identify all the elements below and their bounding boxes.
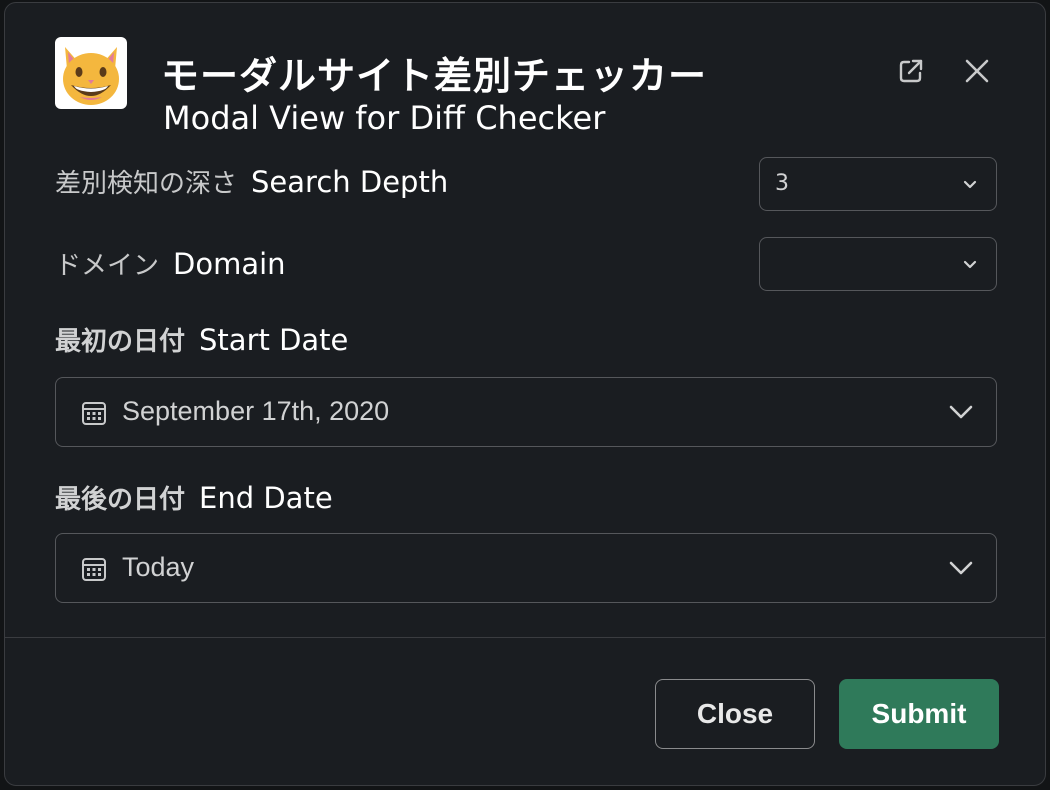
external-link-button[interactable] — [893, 55, 929, 91]
search-depth-label-en: Search Depth — [251, 165, 449, 199]
modal-title-ja: モーダルサイト差別チェッカー — [161, 54, 708, 98]
domain-label-en: Domain — [173, 247, 286, 281]
domain-label: ドメイン Domain — [55, 245, 286, 282]
close-modal-button[interactable] — [959, 55, 995, 91]
end-date-label-en: End Date — [199, 481, 333, 515]
chevron-down-icon — [962, 256, 978, 276]
close-button[interactable]: Close — [655, 679, 815, 749]
close-icon — [963, 57, 991, 89]
modal-dialog: モーダルサイト差別チェッカー Modal View for Diff Check… — [4, 2, 1046, 786]
search-depth-select[interactable]: 3 — [759, 157, 997, 211]
chevron-down-icon — [948, 558, 974, 582]
chevron-down-icon — [962, 176, 978, 196]
start-date-label: 最初の日付 Start Date — [55, 321, 348, 358]
domain-label-ja: ドメイン — [55, 251, 160, 281]
calendar-icon — [80, 399, 108, 431]
grinning-cat-emoji-icon — [55, 37, 127, 109]
calendar-icon — [80, 555, 108, 587]
domain-select[interactable] — [759, 237, 997, 291]
chevron-down-icon — [948, 402, 974, 426]
start-date-label-ja: 最初の日付 — [55, 327, 186, 357]
search-depth-label-ja: 差別検知の深さ — [55, 169, 238, 199]
end-date-value: Today — [122, 552, 195, 582]
start-date-picker[interactable]: September 17th, 2020 — [55, 377, 997, 447]
footer-divider — [5, 637, 1045, 638]
external-link-icon — [896, 56, 926, 90]
start-date-value: September 17th, 2020 — [122, 396, 390, 426]
search-depth-value: 3 — [775, 171, 789, 196]
end-date-label-ja: 最後の日付 — [55, 485, 186, 515]
end-date-label: 最後の日付 End Date — [55, 479, 333, 516]
start-date-label-en: Start Date — [199, 323, 349, 357]
modal-title-en: Modal View for Diff Checker — [163, 99, 606, 137]
end-date-picker[interactable]: Today — [55, 533, 997, 603]
search-depth-label: 差別検知の深さ Search Depth — [55, 163, 448, 200]
submit-button[interactable]: Submit — [839, 679, 999, 749]
